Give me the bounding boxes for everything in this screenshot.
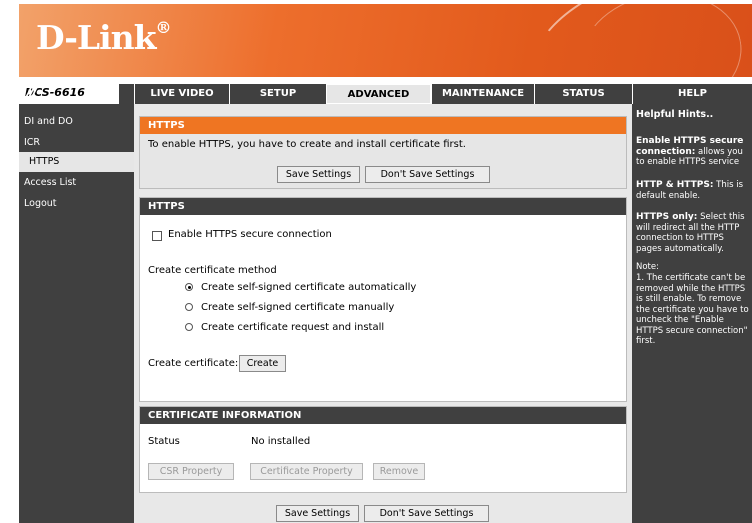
hint-https-only: HTTPS only: Select this will redirect al… <box>636 212 750 254</box>
save-settings-button[interactable]: Save Settings <box>277 166 360 183</box>
certificate-property-button[interactable]: Certificate Property <box>250 463 363 480</box>
hint-term: HTTP & HTTPS: <box>636 180 714 190</box>
hint-term: HTTPS only: <box>636 212 698 222</box>
csr-property-button[interactable]: CSR Property <box>148 463 234 480</box>
sidebar: DI and DO ICR HTTPS Access List Logout <box>19 104 134 523</box>
https-settings-section: HTTPS Enable HTTPS secure connection Cre… <box>139 197 627 402</box>
tab-maintenance[interactable]: MAINTENANCE <box>431 84 534 104</box>
enable-https-checkbox[interactable] <box>152 231 162 241</box>
certificate-info-section: CERTIFICATE INFORMATION Status No instal… <box>139 406 627 493</box>
method-request-radio[interactable] <box>185 323 193 331</box>
helpful-hints-panel: Helpful Hints.. Enable HTTPS secure conn… <box>632 104 752 523</box>
sidebar-item-icr[interactable]: ICR <box>19 133 134 153</box>
tab-advanced[interactable]: ADVANCED <box>326 84 431 104</box>
sidebar-item-https[interactable]: HTTPS <box>19 152 134 172</box>
dont-save-settings-button[interactable]: Don't Save Settings <box>365 166 490 183</box>
hints-title: Helpful Hints.. <box>636 109 714 120</box>
model-label: DCS-6616 /// <box>19 84 119 104</box>
sidebar-item-logout[interactable]: Logout <box>19 194 134 214</box>
page: D-Link® DCS-6616 /// LIVE VIDEO SETUP AD… <box>0 0 752 523</box>
status-value: No installed <box>251 436 311 447</box>
dlink-logo: D-Link® <box>36 18 172 57</box>
tab-status[interactable]: STATUS <box>534 84 632 104</box>
enable-https-label: Enable HTTPS secure connection <box>168 229 332 240</box>
remove-button[interactable]: Remove <box>373 463 425 480</box>
nav-divider-icon: /// <box>25 84 37 103</box>
hint-http-https: HTTP & HTTPS: This is default enable. <box>636 180 750 201</box>
status-label: Status <box>148 436 180 447</box>
sidebar-item-access-list[interactable]: Access List <box>19 173 134 193</box>
https-intro-section: HTTPS To enable HTTPS, you have to creat… <box>139 116 627 189</box>
main-content: HTTPS To enable HTTPS, you have to creat… <box>134 104 632 523</box>
section-title: CERTIFICATE INFORMATION <box>140 407 626 424</box>
hint-enable-https: Enable HTTPS secure connection: allows y… <box>636 136 750 168</box>
create-certificate-label: Create certificate: <box>148 358 239 369</box>
hint-note-text: 1. The certificate can't be removed whil… <box>636 273 749 346</box>
method-auto-radio[interactable] <box>185 283 193 291</box>
sidebar-item-di-and-do[interactable]: DI and DO <box>19 112 134 132</box>
hint-note-title: Note: <box>636 262 659 272</box>
header: D-Link® <box>0 0 752 80</box>
method-request-label: Create certificate request and install <box>201 322 385 333</box>
method-manual-label: Create self-signed certificate manually <box>201 302 395 313</box>
method-auto-label: Create self-signed certificate automatic… <box>201 282 417 293</box>
tab-setup[interactable]: SETUP <box>229 84 326 104</box>
section-title: HTTPS <box>140 198 626 215</box>
tab-live-video[interactable]: LIVE VIDEO <box>134 84 229 104</box>
method-label: Create certificate method <box>148 265 277 276</box>
logo-registered-mark: ® <box>155 18 172 37</box>
dont-save-settings-button-bottom[interactable]: Don't Save Settings <box>364 505 489 522</box>
create-button[interactable]: Create <box>239 355 286 372</box>
section-title: HTTPS <box>140 117 626 134</box>
tab-help[interactable]: HELP <box>632 84 752 104</box>
method-manual-radio[interactable] <box>185 303 193 311</box>
intro-message: To enable HTTPS, you have to create and … <box>148 139 466 150</box>
save-settings-button-bottom[interactable]: Save Settings <box>276 505 359 522</box>
